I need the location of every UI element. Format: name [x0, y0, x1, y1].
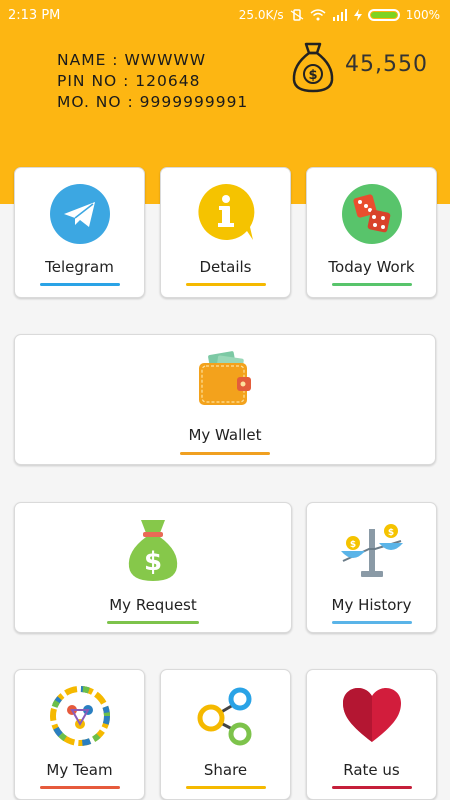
my-history-underline — [331, 621, 412, 624]
today-work-button[interactable]: Today Work — [306, 167, 437, 298]
share-label: Share — [203, 761, 248, 779]
share-icon — [197, 687, 251, 746]
telegram-underline — [39, 283, 120, 286]
telegram-button[interactable]: Telegram — [14, 167, 145, 298]
rate-us-label: Rate us — [343, 761, 400, 779]
details-underline — [185, 283, 266, 286]
balance-scale-icon: $ $ — [340, 524, 403, 577]
today-work-underline — [331, 283, 412, 286]
details-label: Details — [199, 258, 252, 276]
user-name: NAME : WWWWW — [57, 51, 207, 69]
team-icon — [49, 686, 110, 746]
balance-amount: 45,550 — [345, 52, 428, 77]
my-history-button[interactable]: $ $ My History — [306, 502, 437, 633]
user-info: NAME : WWWWW PIN NO : 120648 MO. NO : 99… — [57, 50, 248, 113]
telegram-label: Telegram — [45, 258, 114, 276]
my-request-label: My Request — [109, 596, 197, 614]
today-work-label: Today Work — [328, 258, 415, 276]
battery-level: 100% — [405, 8, 440, 22]
details-button[interactable]: Details — [160, 167, 291, 298]
rate-us-button[interactable]: Rate us — [306, 669, 437, 800]
my-team-underline — [39, 786, 120, 789]
status-icons: 25.0K/s 100% — [239, 8, 440, 22]
share-button[interactable]: Share — [160, 669, 291, 800]
status-bar: 2:13 PM 25.0K/s 100% — [0, 0, 450, 30]
wifi-icon — [310, 9, 326, 21]
user-mobile: MO. NO : 9999999991 — [57, 93, 249, 111]
my-wallet-button[interactable]: My Wallet — [14, 334, 436, 465]
heart-icon — [342, 688, 401, 742]
my-request-underline — [107, 621, 199, 624]
telegram-icon — [49, 184, 110, 244]
share-underline — [185, 786, 266, 789]
status-time: 2:13 PM — [8, 7, 61, 23]
wallet-icon — [199, 351, 251, 405]
battery-icon — [367, 9, 400, 21]
money-bag-icon: $ — [128, 520, 178, 581]
my-team-label: My Team — [46, 761, 113, 779]
my-history-label: My History — [331, 596, 412, 614]
user-pin: PIN NO : 120648 — [57, 72, 201, 90]
my-team-button[interactable]: My Team — [14, 669, 145, 800]
network-speed: 25.0K/s — [238, 8, 284, 22]
dice-icon — [341, 184, 402, 244]
vibrate-icon — [290, 9, 304, 21]
charging-icon — [353, 9, 362, 21]
my-request-button[interactable]: $ My Request — [14, 502, 292, 633]
signal-icon — [332, 9, 347, 21]
money-bag-icon: $ — [292, 42, 334, 93]
my-wallet-underline — [180, 452, 270, 455]
svg-text:$: $ — [349, 540, 355, 550]
rate-us-underline — [331, 786, 412, 789]
my-wallet-label: My Wallet — [188, 426, 262, 444]
info-icon — [197, 183, 254, 240]
svg-text:$: $ — [387, 528, 393, 538]
svg-text:$: $ — [144, 547, 162, 577]
svg-text:$: $ — [308, 68, 317, 83]
